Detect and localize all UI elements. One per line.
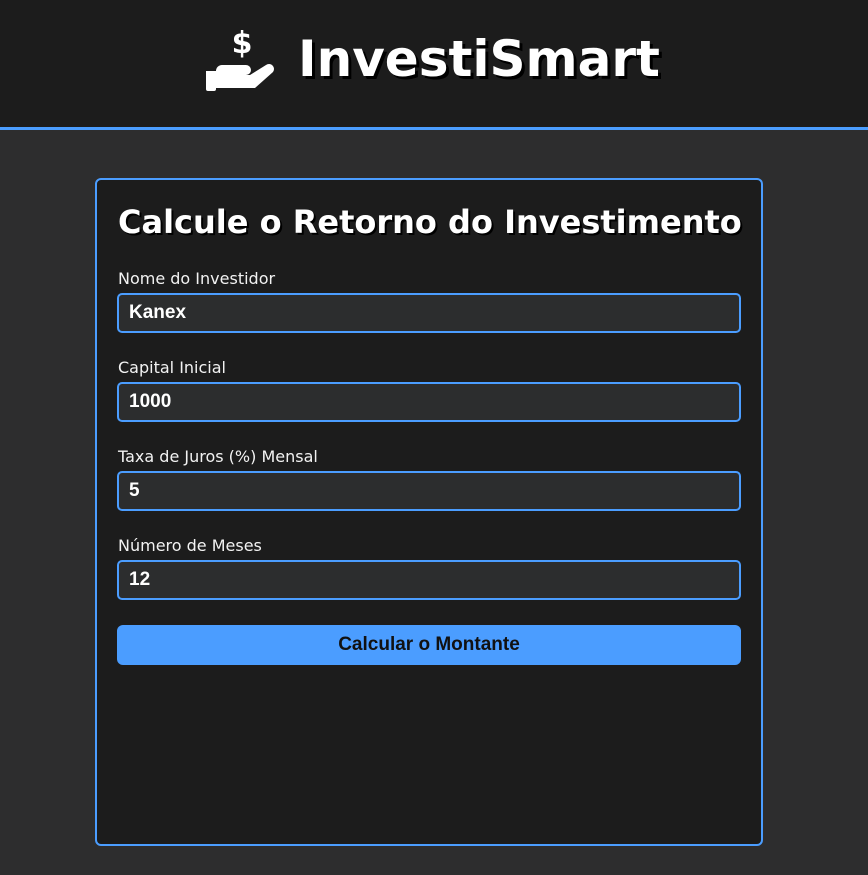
svg-text:$: $ [232,27,253,61]
calculate-button[interactable]: Calcular o Montante [117,625,741,665]
months-label: Número de Meses [118,536,262,555]
initial-capital-label: Capital Inicial [118,358,226,377]
interest-rate-label: Taxa de Juros (%) Mensal [118,447,318,466]
hand-holding-dollar-icon: $ [206,27,274,91]
form-title: Calcule o Retorno do Investimento [118,203,742,241]
months-input[interactable] [117,560,741,600]
initial-capital-input[interactable] [117,382,741,422]
interest-rate-input[interactable] [117,471,741,511]
investor-name-input[interactable] [117,293,741,333]
brand: $ InvestiSmart [204,26,660,92]
investment-form-card: Calcule o Retorno do Investimento Nome d… [95,178,763,846]
app-header: $ InvestiSmart [0,0,868,130]
investor-name-label: Nome do Investidor [118,269,276,288]
app-title: InvestiSmart [298,30,660,88]
